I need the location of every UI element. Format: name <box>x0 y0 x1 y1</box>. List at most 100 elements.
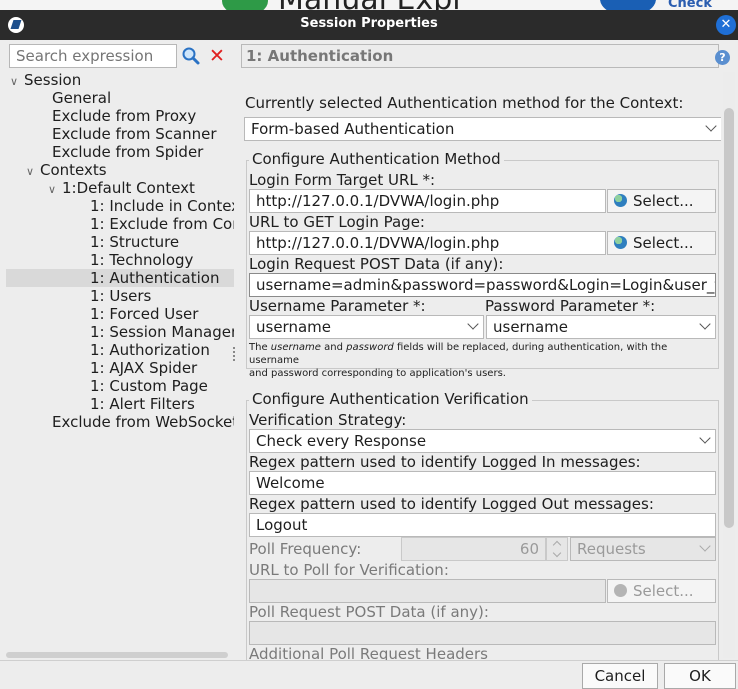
auth-method-select[interactable]: Form-based Authentication <box>244 117 721 141</box>
chevron-down-icon <box>705 120 717 132</box>
auth-method-value: Form-based Authentication <box>251 120 455 138</box>
window-title: Session Properties <box>300 16 438 31</box>
tree-item[interactable]: 1: Authorization <box>82 341 210 359</box>
tree-item[interactable]: 1: Alert Filters <box>82 395 195 413</box>
login-target-select-button[interactable]: Select... <box>607 189 716 213</box>
session-tree: ∨ Session General Exclude from Proxy Exclude… <box>6 70 234 652</box>
globe-icon <box>614 584 627 597</box>
password-param-value: username <box>493 318 568 336</box>
clear-search-icon[interactable]: ✕ <box>207 45 227 67</box>
strategy-label: Verification Strategy: <box>249 411 407 429</box>
select-button-label: Select... <box>633 582 694 600</box>
tree-item[interactable]: ∨ Session <box>10 71 81 89</box>
tree-item-label: 1: AJAX Spider <box>90 359 198 377</box>
poll-post-field[interactable] <box>249 621 716 645</box>
close-icon[interactable]: ✕ <box>716 15 736 35</box>
chevron-down-icon[interactable]: ∨ <box>26 163 40 181</box>
cancel-button[interactable]: Cancel <box>582 663 658 689</box>
parameter-note: The username and password fields will be… <box>249 342 668 379</box>
poll-url-select-button[interactable]: Select... <box>607 579 716 603</box>
poll-unit-select[interactable]: Requests <box>570 537 716 561</box>
tree-item-label: 1: Session Managem <box>90 323 234 341</box>
login-page-select-button[interactable]: Select... <box>607 231 716 255</box>
tree-item-label: 1: Technology <box>90 251 194 269</box>
strategy-select[interactable]: Check every Response <box>249 429 716 453</box>
tree-item[interactable]: ∨ Contexts <box>26 161 107 179</box>
username-param-value: username <box>256 318 331 336</box>
verification-title: Configure Authentication Verification <box>249 390 532 408</box>
login-page-url-field[interactable]: http://127.0.0.1/DVWA/login.php <box>249 231 606 255</box>
chevron-down-icon <box>699 318 711 330</box>
password-param-label: Password Parameter *: <box>485 297 656 315</box>
tree-item[interactable]: 1: Users <box>82 287 151 305</box>
post-data-label: Login Request POST Data (if any): <box>249 255 504 273</box>
globe-icon <box>614 236 627 249</box>
chevron-down-icon <box>467 318 479 330</box>
help-icon[interactable]: ? <box>715 50 730 65</box>
tree-horizontal-scrollbar[interactable] <box>6 652 228 658</box>
tree-item[interactable]: 1: Authentication <box>6 269 234 287</box>
tree-item-label: 1: Exclude from Con <box>90 215 234 233</box>
tree-item-label: 1: Include in Context <box>90 197 234 215</box>
tree-item[interactable]: 1: Structure <box>82 233 179 251</box>
tree-item[interactable]: 1: Custom Page <box>82 377 208 395</box>
tree-item-label: 1: Authorization <box>90 341 210 359</box>
tree-item-label: General <box>52 89 112 107</box>
chevron-down-icon <box>699 540 711 552</box>
ok-button[interactable]: OK <box>664 663 736 689</box>
tree-item[interactable]: Exclude from Proxy <box>44 107 196 125</box>
scrollbar-thumb[interactable] <box>724 108 734 528</box>
tree-item[interactable]: 1: Include in Context <box>82 197 234 215</box>
tree-item[interactable]: 1: Forced User <box>82 305 198 323</box>
tree-item[interactable]: Exclude from WebSocket <box>44 413 234 431</box>
chevron-down-icon <box>699 432 711 444</box>
search-input[interactable] <box>9 44 177 68</box>
logged-in-pattern-field[interactable]: Welcome <box>249 471 716 495</box>
chevron-down-icon[interactable]: ∨ <box>48 181 62 199</box>
tree-item[interactable]: 1: Technology <box>82 251 193 269</box>
spinner-arrows-icon[interactable] <box>546 537 568 561</box>
logged-in-label: Regex pattern used to identify Logged In… <box>249 453 641 471</box>
tree-item-label: 1: Custom Page <box>90 377 208 395</box>
password-param-select[interactable]: username <box>486 315 716 339</box>
poll-url-label: URL to Poll for Verification: <box>249 561 449 579</box>
tree-item[interactable]: 1: AJAX Spider <box>82 359 197 377</box>
select-button-label: Select... <box>633 234 694 252</box>
search-icon[interactable] <box>181 45 201 67</box>
tree-item-label: 1:Default Context <box>62 179 195 197</box>
tree-item-label: Exclude from Proxy <box>52 107 197 125</box>
tree-item[interactable]: ∨ 1:Default Context <box>48 179 195 197</box>
login-target-label: Login Form Target URL *: <box>249 171 436 189</box>
username-param-select[interactable]: username <box>249 315 484 339</box>
panel-title: 1: Authentication <box>241 44 719 68</box>
logged-out-label: Regex pattern used to identify Logged Ou… <box>249 495 654 513</box>
configure-method-title: Configure Authentication Method <box>249 150 504 168</box>
authentication-panel: Currently selected Authentication method… <box>241 72 721 660</box>
login-page-label: URL to GET Login Page: <box>249 213 425 231</box>
tree-item-label: 1: Structure <box>90 233 180 251</box>
tree-item[interactable]: 1: Session Managem <box>82 323 234 341</box>
tree-item-label: 1: Users <box>90 287 152 305</box>
tree-item-label: 1: Alert Filters <box>90 395 195 413</box>
login-target-url-field[interactable]: http://127.0.0.1/DVWA/login.php <box>249 189 606 213</box>
tree-item-label: Exclude from Spider <box>52 143 204 161</box>
poll-frequency-label: Poll Frequency: <box>249 540 362 558</box>
tree-item-label: Session <box>24 71 82 89</box>
poll-url-field[interactable] <box>249 579 606 603</box>
poll-post-label: Poll Request POST Data (if any): <box>249 603 489 621</box>
logged-out-pattern-field[interactable]: Logout <box>249 513 716 537</box>
tree-item[interactable]: Exclude from Spider <box>44 143 203 161</box>
tree-item-label: Exclude from WebSocket <box>52 413 234 431</box>
chevron-down-icon[interactable]: ∨ <box>10 73 24 91</box>
tree-item[interactable]: General <box>44 89 111 107</box>
select-button-label: Select... <box>633 192 694 210</box>
globe-icon <box>614 194 627 207</box>
poll-frequency-spinner[interactable]: 60 <box>401 537 546 561</box>
tree-item[interactable]: 1: Exclude from Con <box>82 215 234 233</box>
poll-headers-label: Additional Poll Request Headers <box>249 645 488 660</box>
auth-method-label: Currently selected Authentication method… <box>245 94 684 112</box>
post-data-field[interactable]: username=admin&password=password&Login=L… <box>249 273 716 297</box>
splitter-handle[interactable] <box>232 345 236 361</box>
title-bar: Session Properties ✕ <box>0 10 738 40</box>
tree-item[interactable]: Exclude from Scanner <box>44 125 217 143</box>
